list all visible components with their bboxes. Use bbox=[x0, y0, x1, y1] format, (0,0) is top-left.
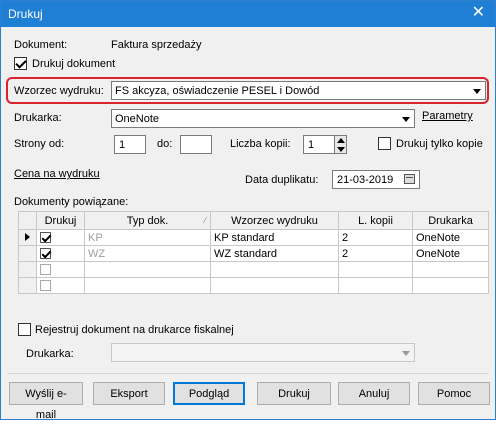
row-kopii-cell[interactable] bbox=[338, 261, 413, 278]
wzorzec-dropdown[interactable]: FS akcyza, oświadczenie PESEL i Dowód bbox=[111, 81, 486, 100]
row-indicator bbox=[18, 261, 37, 278]
parametry-link[interactable]: Parametry bbox=[422, 110, 473, 122]
row-wzorzec-cell[interactable] bbox=[210, 277, 339, 294]
anuluj-button[interactable]: Anuluj bbox=[338, 382, 410, 405]
eksport-button[interactable]: Eksport bbox=[93, 382, 165, 405]
strony-do-label: do: bbox=[157, 138, 173, 150]
row-drukuj-checkbox[interactable] bbox=[40, 264, 51, 276]
fiskalna-label: Rejestruj dokument na drukarce fiskalnej bbox=[35, 324, 234, 336]
row-drukuj-checkbox[interactable] bbox=[40, 280, 51, 292]
liczba-kopii-value: 1 bbox=[308, 139, 315, 151]
drukuj-dokument-checkbox[interactable] bbox=[14, 57, 27, 70]
column-header-typ[interactable]: Typ dok. ⁄ bbox=[84, 211, 211, 230]
row-drukuj-cell[interactable] bbox=[36, 277, 85, 294]
drukarka-value: OneNote bbox=[115, 113, 160, 125]
liczba-kopii-label: Liczba kopii: bbox=[230, 138, 291, 150]
row-typ-cell bbox=[84, 261, 211, 278]
tylko-kopie-label: Drukuj tylko kopie bbox=[396, 138, 483, 150]
chevron-down-icon bbox=[402, 117, 410, 122]
column-header-drukuj[interactable]: Drukuj bbox=[36, 211, 85, 230]
row-drukuj-cell[interactable] bbox=[36, 261, 85, 278]
row-kopii-cell[interactable]: 2 bbox=[338, 229, 413, 246]
title-bar: Drukuj ✕ bbox=[1, 1, 495, 27]
calendar-icon[interactable] bbox=[404, 174, 415, 184]
dokument-value: Faktura sprzedaży bbox=[111, 39, 202, 51]
data-duplikatu-label: Data duplikatu: bbox=[245, 174, 319, 186]
cena-na-wydruku-link[interactable]: Cena na wydruku bbox=[14, 168, 100, 180]
column-header-wzorzec[interactable]: Wzorzec wydruku bbox=[210, 211, 339, 230]
row-wzorzec-cell[interactable] bbox=[210, 261, 339, 278]
tylko-kopie-checkbox[interactable] bbox=[378, 137, 391, 150]
drukuj-button[interactable]: Drukuj bbox=[257, 382, 331, 405]
row-pointer-icon bbox=[18, 229, 37, 246]
chevron-down-icon bbox=[402, 351, 410, 356]
wzorzec-label: Wzorzec wydruku: bbox=[14, 85, 104, 97]
row-wzorzec-cell[interactable]: WZ standard bbox=[210, 245, 339, 262]
data-duplikatu-input[interactable]: 21-03-2019 bbox=[332, 170, 420, 189]
row-kopii-cell[interactable]: 2 bbox=[338, 245, 413, 262]
close-icon[interactable]: ✕ bbox=[472, 4, 485, 22]
row-typ-cell: KP bbox=[84, 229, 211, 246]
window-title: Drukuj bbox=[8, 7, 43, 21]
row-drukarka-cell[interactable]: OneNote bbox=[412, 245, 489, 262]
liczba-kopii-spinner[interactable] bbox=[334, 135, 347, 154]
row-drukuj-cell[interactable] bbox=[36, 229, 85, 246]
powiazane-label: Dokumenty powiązane: bbox=[14, 196, 129, 208]
column-header-drukarka[interactable]: Drukarka bbox=[412, 211, 489, 230]
liczba-kopii-input[interactable]: 1 bbox=[303, 135, 335, 154]
drukuj-dokument-label: Drukuj dokument bbox=[32, 58, 116, 70]
row-indicator bbox=[18, 245, 37, 262]
spin-down-icon[interactable] bbox=[337, 147, 345, 152]
wyslij-email-button[interactable]: Wyślij e-mail bbox=[9, 382, 83, 421]
table-row[interactable] bbox=[18, 261, 489, 278]
strony-do-input[interactable] bbox=[180, 135, 212, 154]
table-row[interactable] bbox=[18, 277, 489, 294]
fiskalna-drukarka-dropdown[interactable] bbox=[111, 343, 415, 362]
podglad-button[interactable]: Podgląd bbox=[173, 382, 245, 405]
row-drukarka-cell[interactable] bbox=[412, 277, 489, 294]
row-typ-cell bbox=[84, 277, 211, 294]
wzorzec-value: FS akcyza, oświadczenie PESEL i Dowód bbox=[115, 85, 320, 97]
row-drukarka-cell[interactable]: OneNote bbox=[412, 229, 489, 246]
fiskalna-checkbox[interactable] bbox=[18, 323, 31, 336]
data-duplikatu-value: 21-03-2019 bbox=[337, 174, 394, 186]
print-dialog: Drukuj ✕ Dokument: Faktura sprzedaży Dru… bbox=[0, 0, 496, 421]
fiskalna-drukarka-label: Drukarka: bbox=[26, 348, 74, 360]
table-row[interactable]: KP KP standard 2 OneNote bbox=[18, 229, 489, 246]
row-kopii-cell[interactable] bbox=[338, 277, 413, 294]
strony-od-value: 1 bbox=[119, 139, 126, 151]
powiazane-table: Drukuj Typ dok. ⁄ Wzorzec wydruku L. kopi… bbox=[18, 211, 489, 294]
row-drukarka-cell[interactable] bbox=[412, 261, 489, 278]
column-header-indicator bbox=[18, 211, 37, 230]
strony-od-input[interactable]: 1 bbox=[114, 135, 146, 154]
pomoc-button[interactable]: Pomoc bbox=[418, 382, 490, 405]
table-row[interactable]: WZ WZ standard 2 OneNote bbox=[18, 245, 489, 262]
spin-up-icon[interactable] bbox=[337, 138, 345, 143]
dokument-label: Dokument: bbox=[14, 39, 68, 51]
chevron-down-icon bbox=[473, 89, 481, 94]
row-indicator bbox=[18, 277, 37, 294]
row-typ-cell: WZ bbox=[84, 245, 211, 262]
drukarka-dropdown[interactable]: OneNote bbox=[111, 109, 415, 128]
row-drukuj-cell[interactable] bbox=[36, 245, 85, 262]
sort-icon: ⁄ bbox=[204, 216, 206, 225]
strony-od-label: Strony od: bbox=[14, 138, 65, 150]
footer-separator bbox=[7, 373, 489, 374]
row-drukuj-checkbox[interactable] bbox=[40, 232, 51, 244]
row-wzorzec-cell[interactable]: KP standard bbox=[210, 229, 339, 246]
table-header-row: Drukuj Typ dok. ⁄ Wzorzec wydruku L. kopi… bbox=[18, 211, 489, 230]
column-header-typ-label: Typ dok. bbox=[126, 214, 169, 227]
column-header-kopii[interactable]: L. kopii bbox=[338, 211, 413, 230]
row-drukuj-checkbox[interactable] bbox=[40, 248, 51, 260]
drukarka-label: Drukarka: bbox=[14, 112, 62, 124]
